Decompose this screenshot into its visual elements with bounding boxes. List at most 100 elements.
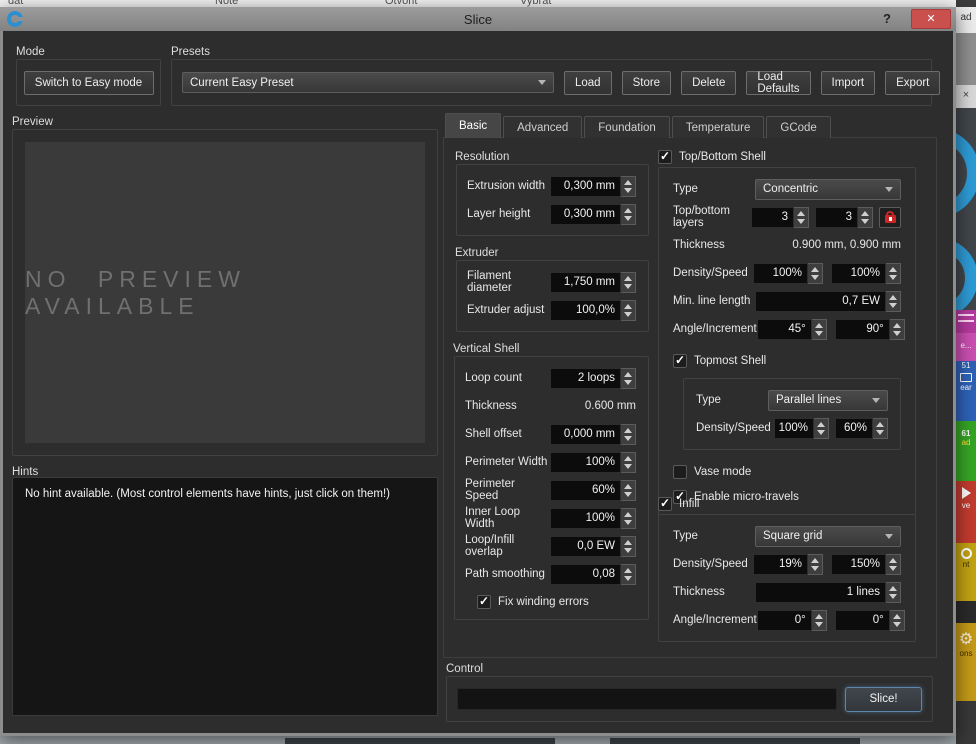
spinner[interactable]: [621, 204, 636, 225]
infill-type-select[interactable]: Square grid: [755, 526, 901, 547]
checkbox-box[interactable]: [658, 150, 672, 164]
spin-up-icon[interactable]: [808, 555, 822, 565]
infill-density-input[interactable]: 19%: [753, 554, 808, 575]
spin-up-icon[interactable]: [812, 320, 826, 330]
spin-up-icon[interactable]: [873, 419, 887, 429]
extruder-adjust-input[interactable]: 100,0%: [550, 300, 621, 321]
title-bar[interactable]: Slice ? ✕: [0, 7, 956, 31]
preset-select[interactable]: Current Easy Preset: [182, 72, 554, 93]
spinner[interactable]: [886, 263, 901, 284]
spinner[interactable]: [621, 564, 636, 585]
spinner[interactable]: [621, 300, 636, 321]
spin-down-icon[interactable]: [621, 434, 635, 444]
spin-up-icon[interactable]: [621, 273, 635, 283]
spinner[interactable]: [873, 418, 888, 439]
checkbox-box[interactable]: [673, 465, 687, 479]
spinner[interactable]: [794, 207, 809, 228]
shell-offset-input[interactable]: 0,000 mm: [550, 424, 621, 445]
tab-temperature[interactable]: Temperature: [672, 116, 765, 138]
spinner[interactable]: [886, 582, 901, 603]
layer-height-input[interactable]: 0,300 mm: [550, 204, 621, 225]
infill-angle-input[interactable]: 0°: [757, 610, 812, 631]
tab-advanced[interactable]: Advanced: [503, 116, 582, 138]
tbs-density-input[interactable]: 100%: [753, 263, 808, 284]
spin-down-icon[interactable]: [890, 620, 904, 630]
loop-infill-overlap-input[interactable]: 0,0 EW: [550, 536, 621, 557]
spin-down-icon[interactable]: [621, 518, 635, 528]
load-button[interactable]: Load: [564, 71, 612, 95]
spinner[interactable]: [621, 536, 636, 557]
topmost-speed-input[interactable]: 60%: [835, 418, 873, 439]
spin-down-icon[interactable]: [812, 620, 826, 630]
infill-checkbox[interactable]: Infill: [658, 497, 699, 511]
spin-down-icon[interactable]: [621, 378, 635, 388]
topmost-density-input[interactable]: 100%: [774, 418, 814, 439]
close-button[interactable]: ✕: [911, 9, 951, 29]
spin-down-icon[interactable]: [808, 564, 822, 574]
topmost-type-select[interactable]: Parallel lines: [768, 390, 888, 411]
spin-down-icon[interactable]: [890, 329, 904, 339]
perimeter-width-input[interactable]: 100%: [550, 452, 621, 473]
spin-up-icon[interactable]: [621, 369, 635, 379]
enable-micro-travels-checkbox[interactable]: Enable micro-travels: [673, 490, 901, 504]
infill-increment-input[interactable]: 0°: [835, 610, 890, 631]
spinner[interactable]: [890, 610, 905, 631]
spin-up-icon[interactable]: [621, 453, 635, 463]
spinner[interactable]: [621, 272, 636, 293]
checkbox-box[interactable]: [477, 595, 491, 609]
spinner[interactable]: [621, 368, 636, 389]
min-line-length-input[interactable]: 0,7 EW: [755, 291, 886, 312]
load-defaults-button[interactable]: Load Defaults: [746, 71, 810, 95]
spin-down-icon[interactable]: [621, 462, 635, 472]
spin-up-icon[interactable]: [890, 611, 904, 621]
spinner[interactable]: [814, 418, 829, 439]
vase-mode-checkbox[interactable]: Vase mode: [673, 465, 901, 479]
spin-down-icon[interactable]: [886, 592, 900, 602]
slice-button[interactable]: Slice!: [845, 687, 922, 712]
delete-button[interactable]: Delete: [681, 71, 736, 95]
spin-up-icon[interactable]: [621, 301, 635, 311]
spin-up-icon[interactable]: [621, 537, 635, 547]
spinner[interactable]: [812, 319, 827, 340]
spin-down-icon[interactable]: [621, 490, 635, 500]
spin-down-icon[interactable]: [873, 428, 887, 438]
spin-up-icon[interactable]: [621, 425, 635, 435]
spin-down-icon[interactable]: [621, 186, 635, 196]
spin-up-icon[interactable]: [812, 611, 826, 621]
tbs-type-select[interactable]: Concentric: [755, 179, 901, 200]
spin-up-icon[interactable]: [808, 264, 822, 274]
spinner[interactable]: [812, 610, 827, 631]
spin-up-icon[interactable]: [621, 177, 635, 187]
top-layers-input[interactable]: 3: [751, 207, 794, 228]
topmost-shell-checkbox[interactable]: Topmost Shell: [673, 354, 901, 368]
spinner[interactable]: [621, 480, 636, 501]
spinner[interactable]: [621, 452, 636, 473]
bottom-layers-input[interactable]: 3: [815, 207, 858, 228]
spinner[interactable]: [621, 424, 636, 445]
inner-loop-width-input[interactable]: 100%: [550, 508, 621, 529]
spin-up-icon[interactable]: [886, 555, 900, 565]
tbs-speed-input[interactable]: 100%: [831, 263, 886, 284]
spinner[interactable]: [890, 319, 905, 340]
spin-down-icon[interactable]: [886, 273, 900, 283]
filament-diameter-input[interactable]: 1,750 mm: [550, 272, 621, 293]
spinner[interactable]: [886, 291, 901, 312]
switch-easy-mode-button[interactable]: Switch to Easy mode: [24, 71, 154, 95]
spin-down-icon[interactable]: [621, 546, 635, 556]
spin-down-icon[interactable]: [621, 214, 635, 224]
spin-down-icon[interactable]: [621, 282, 635, 292]
top-bottom-shell-checkbox[interactable]: Top/Bottom Shell: [658, 150, 766, 164]
infill-speed-input[interactable]: 150%: [831, 554, 886, 575]
loop-count-input[interactable]: 2 loops: [550, 368, 621, 389]
tab-foundation[interactable]: Foundation: [584, 116, 670, 138]
spinner[interactable]: [886, 554, 901, 575]
checkbox-box[interactable]: [658, 497, 672, 511]
spinner[interactable]: [621, 508, 636, 529]
infill-thickness-input[interactable]: 1 lines: [755, 582, 886, 603]
help-button[interactable]: ?: [878, 10, 896, 28]
perimeter-speed-input[interactable]: 60%: [550, 480, 621, 501]
spin-up-icon[interactable]: [886, 583, 900, 593]
spinner[interactable]: [808, 554, 823, 575]
spin-up-icon[interactable]: [886, 264, 900, 274]
import-button[interactable]: Import: [821, 71, 876, 95]
